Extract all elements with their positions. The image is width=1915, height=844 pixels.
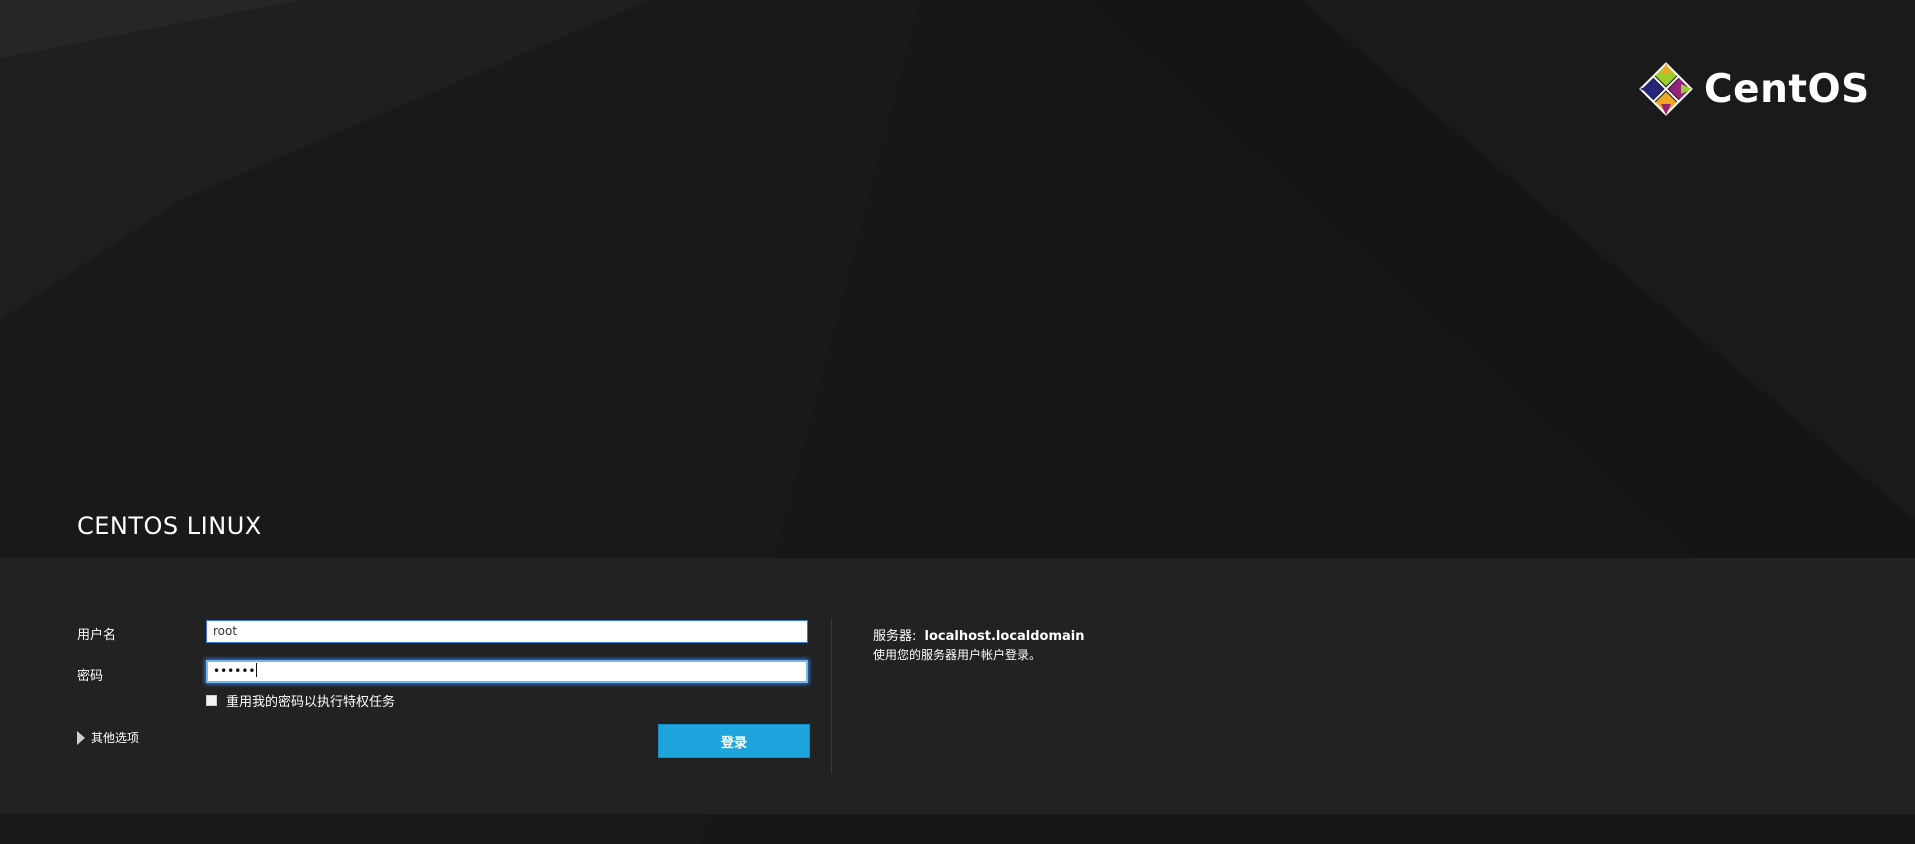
triangle-right-icon xyxy=(77,730,85,745)
other-options-label: 其他选项 xyxy=(91,731,140,745)
other-options-toggle[interactable]: 其他选项 xyxy=(77,729,139,746)
password-label: 密码 xyxy=(77,669,104,684)
centos-wordmark: CentOS xyxy=(1704,66,1870,112)
login-panel xyxy=(0,558,1915,814)
server-info: 服务器: localhost.localdomain xyxy=(873,625,1085,644)
server-label: 服务器: xyxy=(873,629,917,644)
username-value: root xyxy=(213,624,238,638)
page-title: CENTOS LINUX xyxy=(77,512,262,540)
server-hostname: localhost.localdomain xyxy=(924,629,1085,644)
password-input[interactable]: •••••• xyxy=(206,660,808,683)
reuse-password-option[interactable]: 重用我的密码以执行特权任务 xyxy=(206,691,395,710)
password-masked-value: •••••• xyxy=(213,664,256,678)
server-help-text: 使用您的服务器用户帐户登录。 xyxy=(873,648,1042,662)
username-label: 用户名 xyxy=(77,628,117,643)
login-button[interactable]: 登录 xyxy=(658,724,810,758)
centos-logo: CentOS xyxy=(1636,58,1869,120)
centos-logo-icon xyxy=(1639,62,1693,116)
checkbox-unchecked-icon[interactable] xyxy=(206,695,217,706)
text-caret xyxy=(256,663,258,677)
login-screen: CentOS CENTOS LINUX 用户名 root 密码 •••••• 重… xyxy=(0,0,1915,844)
vertical-divider xyxy=(831,618,832,774)
reuse-password-label: 重用我的密码以执行特权任务 xyxy=(226,695,396,710)
username-input[interactable]: root xyxy=(206,620,808,643)
